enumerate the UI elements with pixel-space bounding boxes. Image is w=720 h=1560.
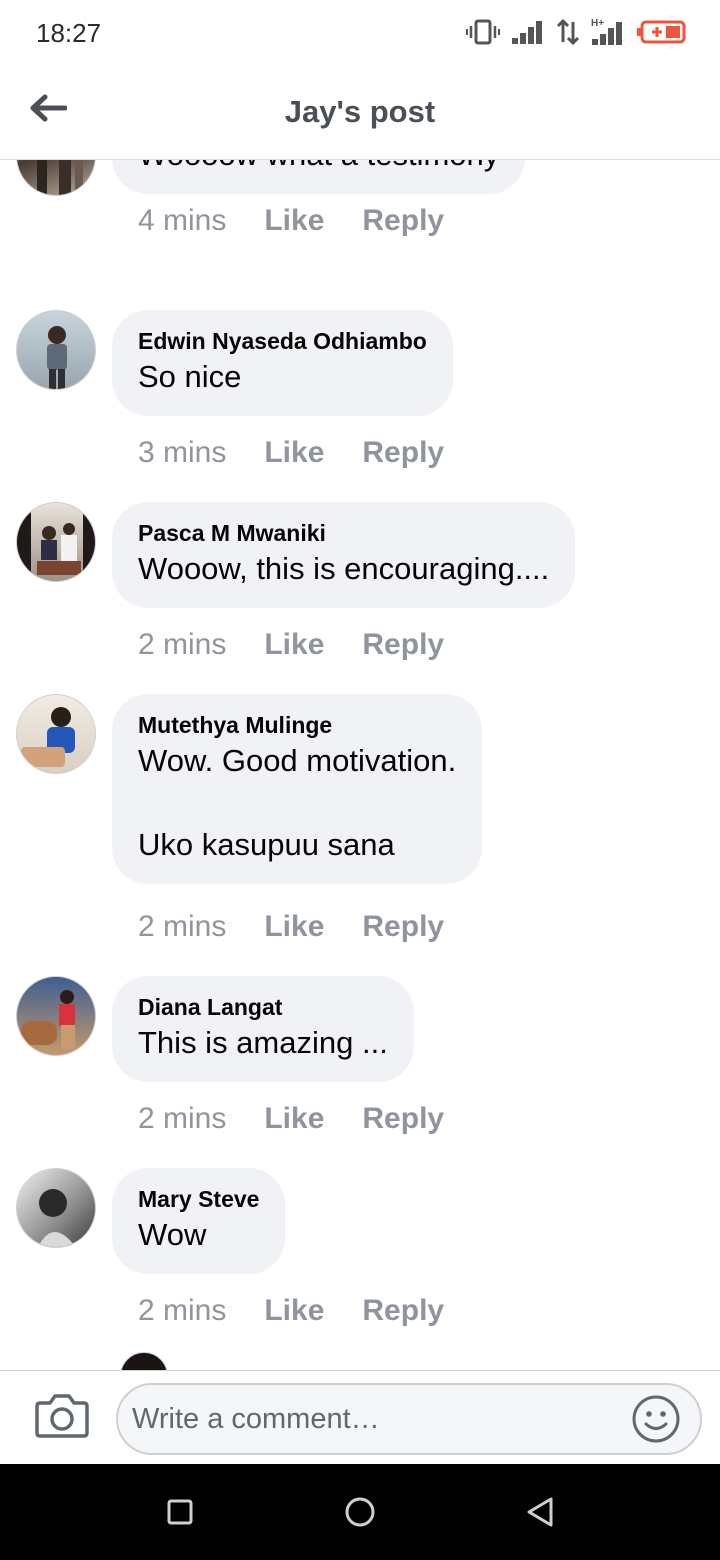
vibrate-icon xyxy=(466,19,500,45)
avatar[interactable] xyxy=(16,502,96,582)
camera-button[interactable] xyxy=(34,1391,90,1441)
reply-button[interactable]: Reply xyxy=(362,1102,444,1136)
like-button[interactable]: Like xyxy=(264,204,324,238)
reply-button[interactable]: Reply xyxy=(362,628,444,662)
comment-author[interactable]: Edwin Nyaseda Odhiambo xyxy=(138,326,427,356)
comment-text: This is amazing ... xyxy=(138,1025,388,1060)
comment-bubble[interactable]: Woooow what a testimony xyxy=(112,160,526,194)
signal-hplus-icon: H+ xyxy=(591,18,622,45)
comment-time: 2 mins xyxy=(138,628,227,661)
like-button[interactable]: Like xyxy=(264,628,324,662)
comment-bubble[interactable]: Edwin Nyaseda Odhiambo So nice xyxy=(112,310,453,416)
like-button[interactable]: Like xyxy=(264,910,324,944)
comment-bubble[interactable]: Diana Langat This is amazing ... xyxy=(112,976,414,1082)
comment-bubble[interactable]: Mary Steve Wow xyxy=(112,1168,286,1274)
comment-time: 3 mins xyxy=(138,436,227,469)
comment-input[interactable] xyxy=(116,1383,702,1455)
status-bar: 18:27 H+ xyxy=(0,0,720,64)
comment-actions: 3 mins Like Reply xyxy=(138,436,444,470)
reply-button[interactable]: Reply xyxy=(362,1294,444,1328)
avatar[interactable] xyxy=(16,976,96,1056)
like-button[interactable]: Like xyxy=(264,1294,324,1328)
reply-button[interactable]: Reply xyxy=(362,204,444,238)
home-button[interactable] xyxy=(338,1490,382,1534)
avatar-photo xyxy=(47,326,67,389)
triangle-back-icon xyxy=(527,1497,553,1527)
comment-text: Wow xyxy=(138,1217,207,1252)
comment-author[interactable]: Diana Langat xyxy=(138,992,388,1022)
square-icon xyxy=(167,1499,193,1525)
avatar[interactable] xyxy=(16,694,96,774)
signal-icon xyxy=(512,21,542,44)
comment-actions: 2 mins Like Reply xyxy=(138,628,444,662)
comment-author[interactable]: Mutethya Mulinge xyxy=(138,710,456,740)
comment-actions: 2 mins Like Reply xyxy=(138,1294,444,1328)
page-title: Jay's post xyxy=(284,94,436,129)
avatar-photo xyxy=(38,1189,76,1247)
comment-time: 2 mins xyxy=(138,1294,227,1327)
system-nav-bar xyxy=(0,1464,720,1560)
avatar-photo xyxy=(17,503,95,581)
comment-time: 4 mins xyxy=(138,204,227,237)
avatar[interactable] xyxy=(16,310,96,390)
svg-text:H+: H+ xyxy=(591,18,604,29)
like-button[interactable]: Like xyxy=(264,1102,324,1136)
comment-time: 2 mins xyxy=(138,910,227,943)
comment-text: Woooow what a testimony xyxy=(138,160,499,176)
comment-text: So nice xyxy=(138,359,242,394)
comment-actions: 2 mins Like Reply xyxy=(138,910,444,944)
comment-actions: 2 mins Like Reply xyxy=(138,1102,444,1136)
camera-icon xyxy=(35,1394,89,1438)
reply-button[interactable]: Reply xyxy=(362,910,444,944)
status-icons: H+ xyxy=(466,16,686,48)
avatar[interactable] xyxy=(120,1352,168,1370)
smiley-icon xyxy=(632,1395,680,1443)
emoji-button[interactable] xyxy=(630,1393,682,1445)
comment-bubble[interactable]: Mutethya Mulinge Wow. Good motivation. U… xyxy=(112,694,483,884)
status-time: 18:27 xyxy=(36,18,102,48)
comment-author[interactable]: Mary Steve xyxy=(138,1184,259,1214)
comment-time: 2 mins xyxy=(138,1102,227,1135)
comments-list[interactable]: Woooow what a testimony 4 mins Like Repl… xyxy=(0,160,720,1370)
comment-text: Wooow, this is encouraging.... xyxy=(138,551,550,586)
comment-bubble[interactable]: Pasca M Mwaniki Wooow, this is encouragi… xyxy=(112,502,576,608)
comment-composer xyxy=(0,1370,720,1464)
comment-actions: 4 mins Like Reply xyxy=(138,204,444,238)
comment-text: Wow. Good motivation. Uko kasupuu sana xyxy=(138,743,457,862)
avatar-photo xyxy=(21,990,75,1049)
avatar[interactable] xyxy=(16,160,96,196)
avatar[interactable] xyxy=(16,1168,96,1248)
circle-icon xyxy=(345,1497,375,1527)
battery-icon xyxy=(637,20,686,44)
data-transfer-icon xyxy=(556,18,580,46)
avatar-photo xyxy=(37,160,83,195)
system-back-button[interactable] xyxy=(518,1490,562,1534)
recent-apps-button[interactable] xyxy=(158,1490,202,1534)
header: Jay's post xyxy=(0,64,720,160)
avatar-photo xyxy=(21,707,75,767)
reply-button[interactable]: Reply xyxy=(362,436,444,470)
like-button[interactable]: Like xyxy=(264,436,324,470)
comment-author[interactable]: Pasca M Mwaniki xyxy=(138,518,549,548)
